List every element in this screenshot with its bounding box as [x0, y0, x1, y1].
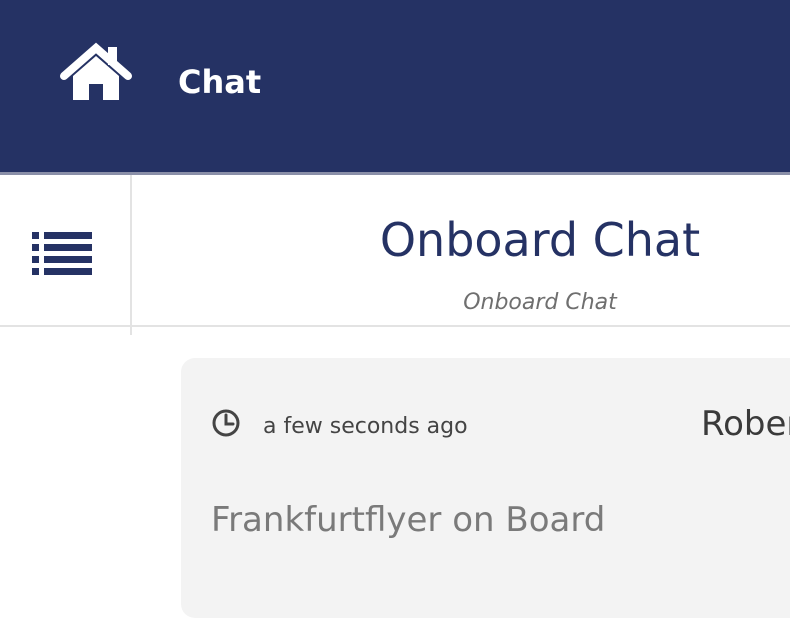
list-menu-icon: [32, 232, 92, 275]
home-icon: [60, 42, 132, 100]
message-text: Frankfurtflyer on Board: [211, 500, 606, 540]
message-timestamp: a few seconds ago: [263, 414, 468, 439]
vertical-divider: [130, 175, 132, 335]
page-title: Onboard Chat: [379, 213, 701, 267]
home-button[interactable]: [60, 42, 132, 104]
header-title: Chat: [178, 63, 262, 101]
clock-icon: [212, 409, 240, 437]
app-header: Chat: [0, 0, 790, 175]
page-subtitle: Onboard Chat: [463, 290, 617, 315]
message-card[interactable]: a few seconds ago Rober Frankfurtflyer o…: [181, 358, 790, 618]
chat-subheader: Onboard Chat Onboard Chat: [0, 175, 790, 335]
menu-button[interactable]: [30, 230, 94, 280]
message-author: Rober: [701, 404, 790, 444]
